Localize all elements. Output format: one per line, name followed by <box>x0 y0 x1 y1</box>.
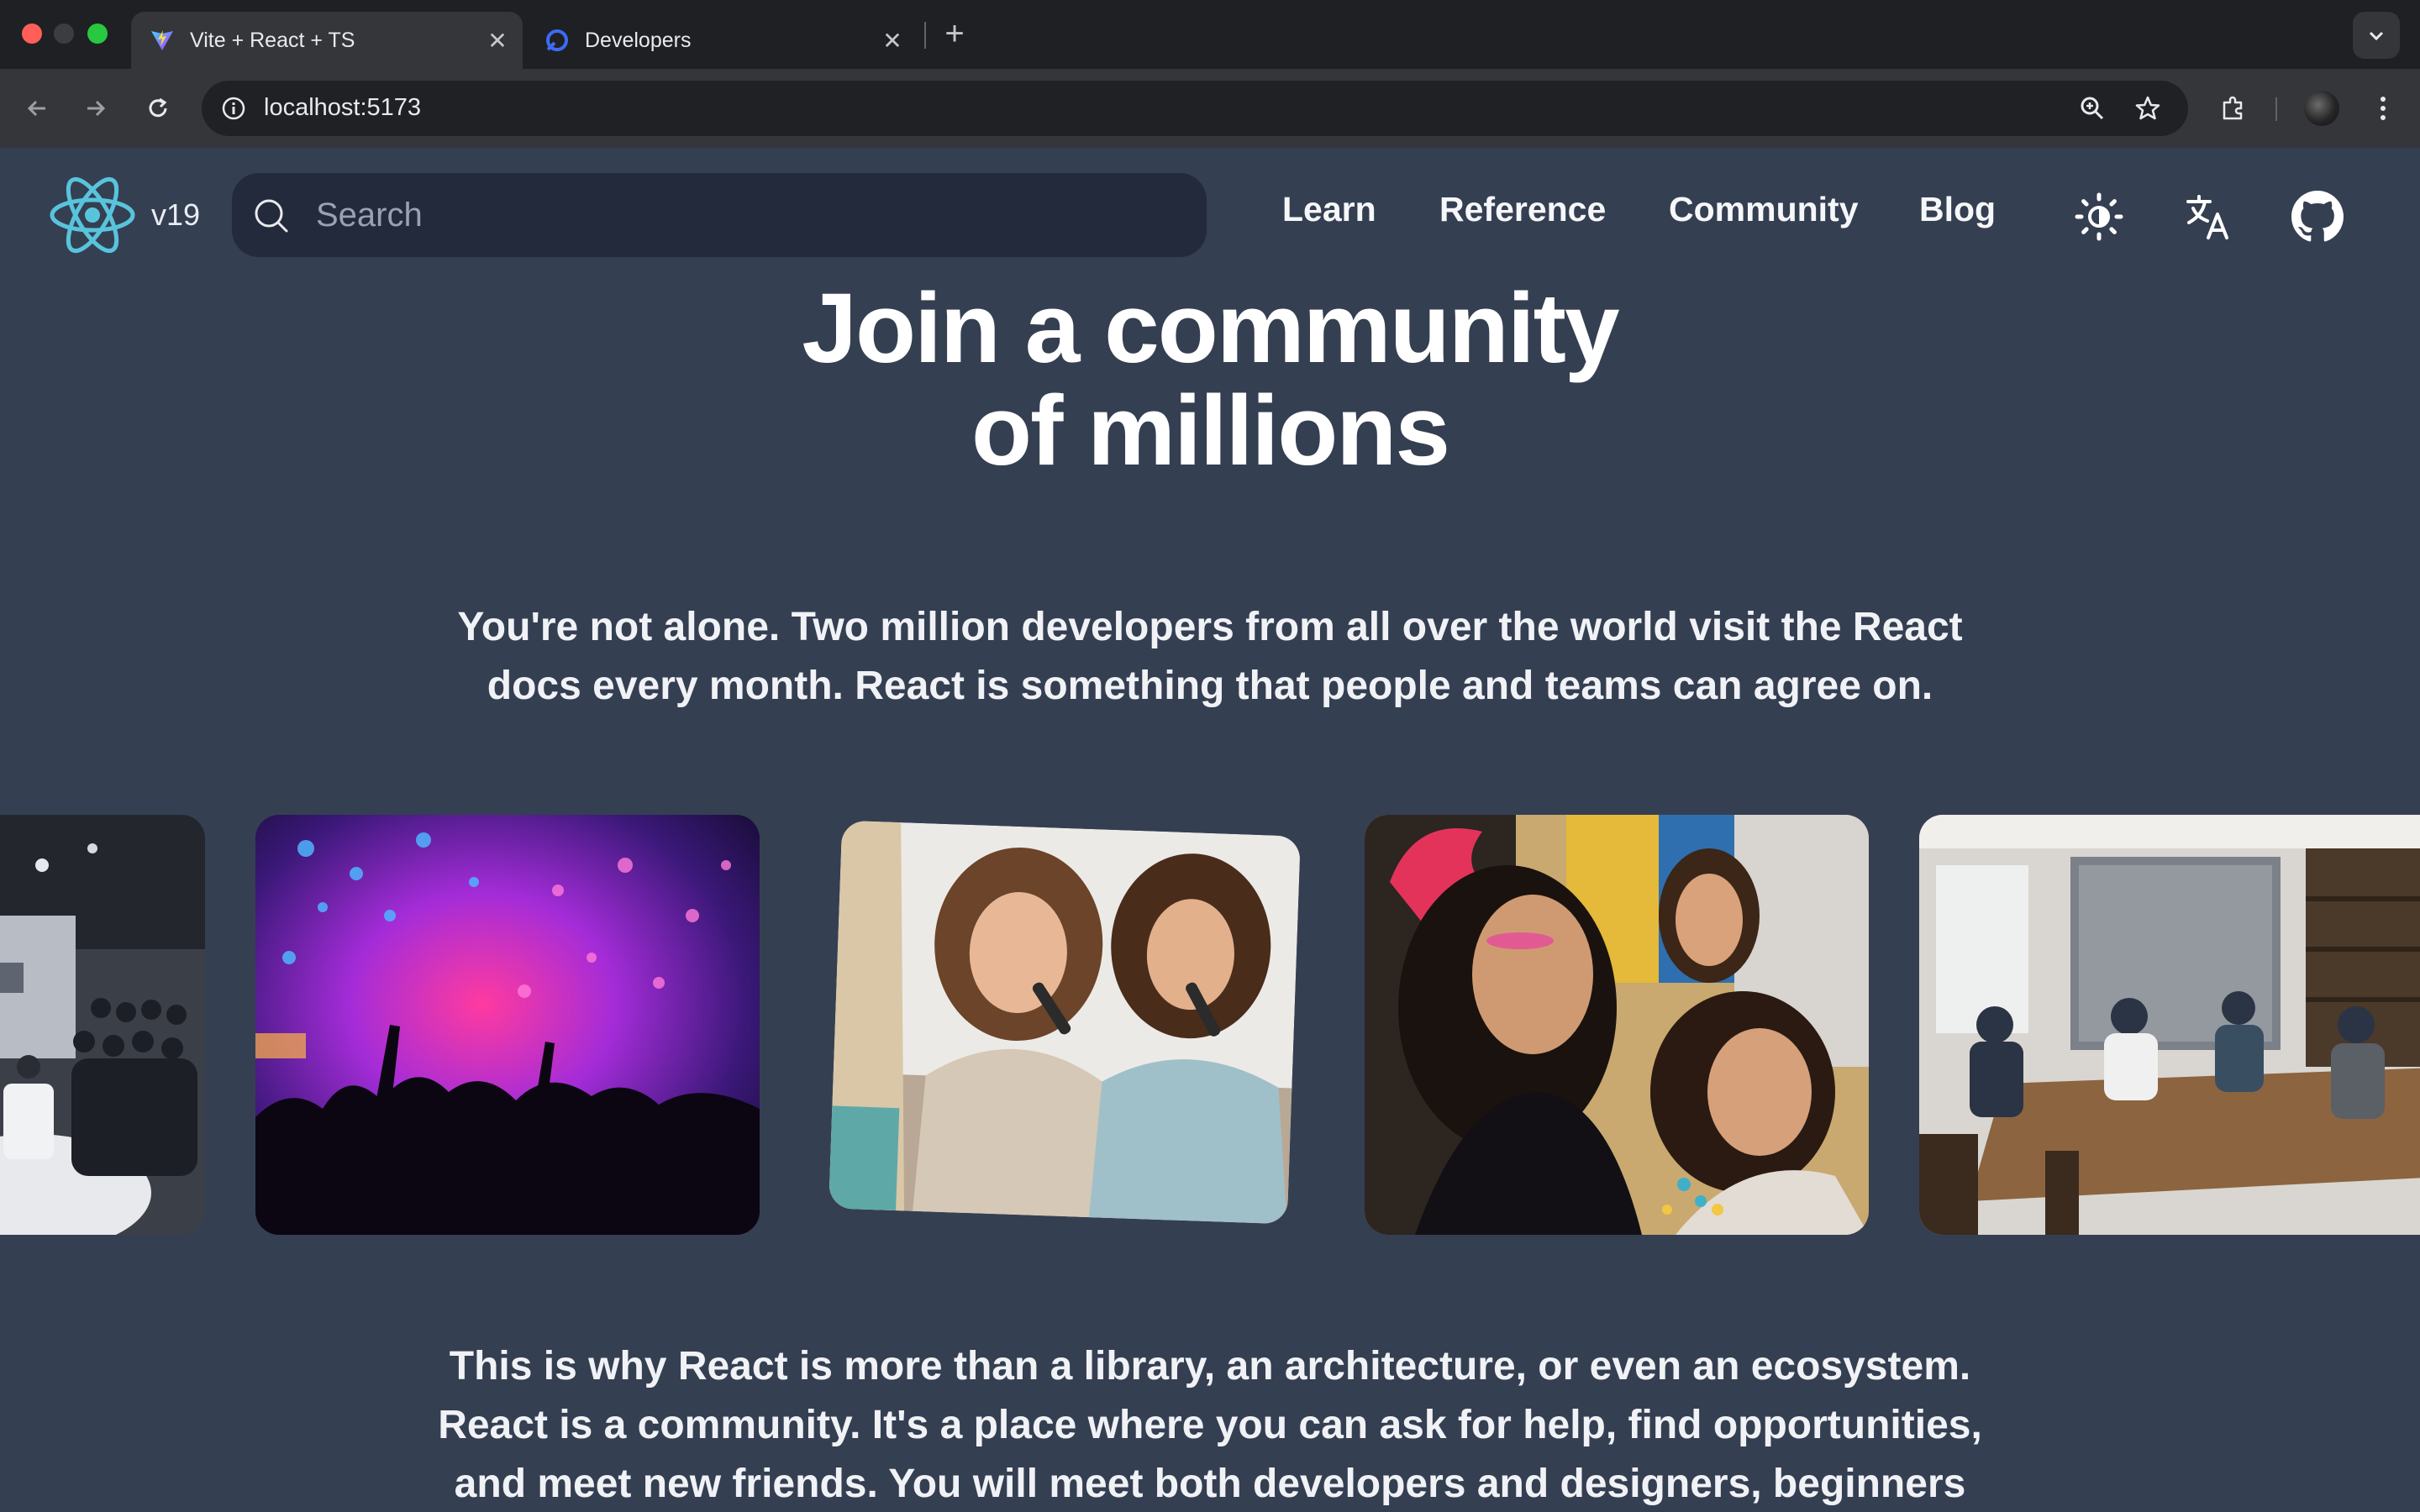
browser-tab-bar: Vite + React + TS ✕ Developers ✕ + <box>0 0 2420 69</box>
tab-title: Vite + React + TS <box>190 28 355 52</box>
nav-community-link[interactable]: Community <box>1669 190 1859 229</box>
url-text: localhost:5173 <box>264 94 422 121</box>
search-input[interactable] <box>316 193 1173 237</box>
search-box[interactable] <box>232 173 1207 257</box>
tab-title: Developers <box>585 28 692 52</box>
tab-close-icon[interactable]: ✕ <box>482 25 513 55</box>
browser-tab-vite[interactable]: Vite + React + TS ✕ <box>131 12 523 69</box>
back-arrow-icon[interactable] <box>17 88 57 129</box>
extensions-puzzle-icon[interactable] <box>2213 88 2254 129</box>
minimize-window-button[interactable] <box>54 24 74 44</box>
browser-tab-developers[interactable]: Developers ✕ <box>526 12 918 69</box>
site-info-icon[interactable] <box>213 88 254 129</box>
photo-friends-singing-karaoke <box>829 820 1301 1225</box>
react-logo-icon[interactable] <box>49 175 136 255</box>
profile-avatar[interactable] <box>2304 91 2339 126</box>
version-label[interactable]: v19 <box>151 197 200 233</box>
nav-learn-link[interactable]: Learn <box>1282 190 1376 229</box>
bookmark-star-icon[interactable] <box>2128 88 2168 129</box>
new-tab-icon[interactable]: + <box>938 15 971 52</box>
hero-title-line-2: of millions <box>971 375 1450 486</box>
browser-toolbar: localhost:5173 <box>0 69 2420 148</box>
photo-team-meeting-table <box>1919 815 2420 1235</box>
tab-separator <box>924 22 926 49</box>
reload-icon[interactable] <box>138 88 178 129</box>
tab-close-icon[interactable]: ✕ <box>877 25 908 55</box>
vite-icon <box>150 28 175 53</box>
photo-concert-crowd <box>255 815 760 1235</box>
tab-search-chevron-icon[interactable] <box>2353 12 2400 59</box>
photo-conference-audience <box>0 815 205 1235</box>
maximize-window-button[interactable] <box>87 24 108 44</box>
zoom-icon[interactable] <box>2072 88 2112 129</box>
github-icon[interactable] <box>2291 190 2344 244</box>
nav-blog-link[interactable]: Blog <box>1919 190 1996 229</box>
hero-title-line-1: Join a community <box>802 273 1619 384</box>
community-paragraph: This is why React is more than a library… <box>438 1344 1982 1506</box>
close-window-button[interactable] <box>22 24 42 44</box>
language-icon[interactable] <box>2181 190 2235 244</box>
more-menu-icon[interactable] <box>2363 88 2403 129</box>
forward-arrow-icon[interactable] <box>76 88 116 129</box>
address-bar[interactable]: localhost:5173 <box>202 81 2188 136</box>
theme-toggle-icon[interactable] <box>2072 190 2126 244</box>
developers-icon <box>544 28 570 53</box>
hero-subtitle: You're not alone. Two million developers… <box>457 605 1963 708</box>
nav-reference-link[interactable]: Reference <box>1439 190 1606 229</box>
toolbar-divider <box>2275 97 2277 121</box>
search-icon <box>255 199 288 233</box>
hero-title: Join a community of millions <box>454 277 1966 482</box>
photo-carnival-celebration <box>1365 815 1869 1235</box>
